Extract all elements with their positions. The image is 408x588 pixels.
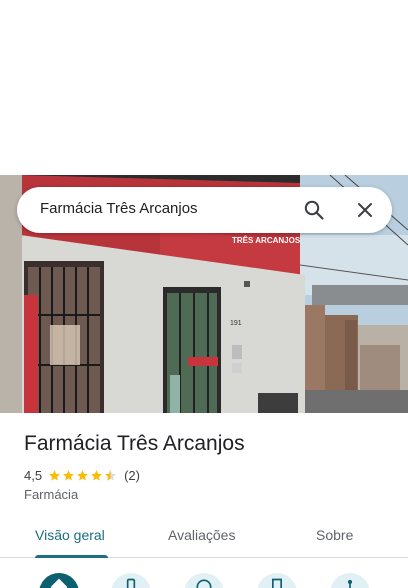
website-button[interactable] [184,573,224,588]
share-button[interactable] [330,573,370,588]
search-bar[interactable]: Farmácia Três Arcanjos [17,187,392,233]
rating-value: 4,5 [24,467,43,483]
half-star-icon [105,469,116,480]
star-icon [63,469,74,480]
tab-reviews[interactable]: Avaliações [168,527,235,543]
directions-button[interactable] [39,573,79,588]
star-icon [91,469,102,480]
call-button[interactable] [111,573,151,588]
tab-about[interactable]: Sobre [316,527,353,543]
star-rating [48,469,118,482]
directions-icon [50,578,68,588]
save-button[interactable] [257,573,297,588]
rating-row[interactable]: 4,5 (2) [24,466,140,484]
place-tabs: Visão geral Avaliações Sobre [0,518,408,558]
house-number: 191 [230,320,242,327]
star-icon [49,469,60,480]
map-blank-area [0,0,408,175]
search-query[interactable]: Farmácia Três Arcanjos [40,200,198,217]
share-icon [347,579,353,588]
place-category[interactable]: Farmácia [24,487,78,502]
search-icon[interactable] [302,198,326,222]
sign-text: TRÊS ARCANJOS [232,236,301,245]
action-buttons-row [0,566,408,588]
tab-overview[interactable]: Visão geral [35,527,105,543]
close-icon[interactable] [353,198,377,222]
active-tab-indicator [35,555,108,558]
phone-icon [126,578,136,588]
review-count[interactable]: (2) [124,468,140,483]
star-icon [77,469,88,480]
bookmark-icon [272,578,282,588]
place-title: Farmácia Três Arcanjos [24,432,245,455]
website-icon [196,579,212,588]
